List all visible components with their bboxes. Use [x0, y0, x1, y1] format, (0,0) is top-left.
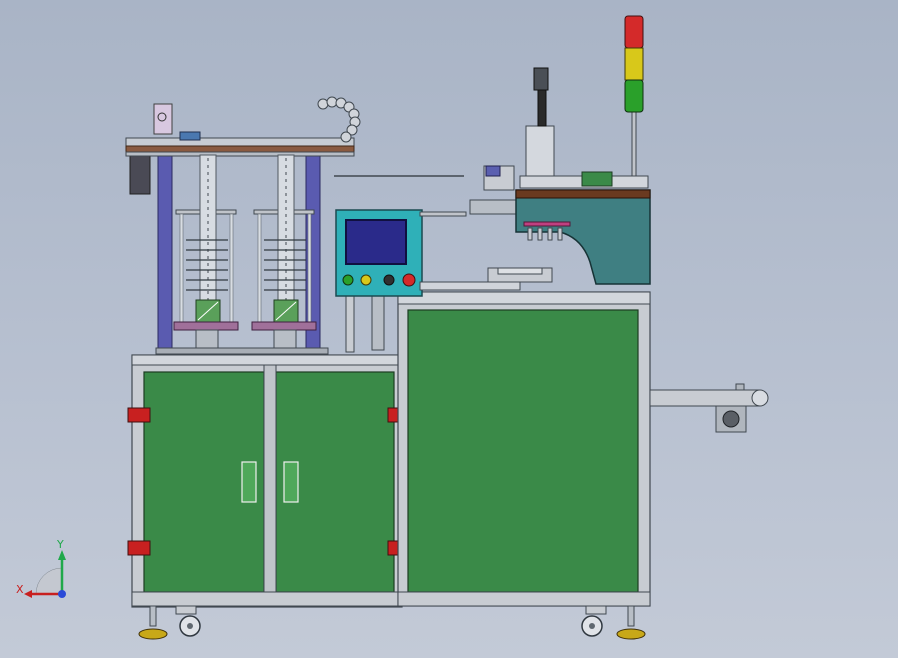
- triad-y-label: Y: [57, 538, 64, 551]
- pause-button: [360, 274, 372, 286]
- outfeed-conveyor: [649, 383, 769, 433]
- xyz-coordinate-triad-icon: [24, 550, 66, 598]
- right-cabinet: [397, 291, 651, 607]
- door-handle-right: [283, 461, 299, 503]
- main-door-panel: [407, 309, 639, 593]
- machine-drawing: [24, 15, 769, 640]
- left-blue-column: [157, 149, 173, 356]
- pneumatic-cylinder: [525, 125, 555, 177]
- emergency-stop-button: [402, 273, 416, 287]
- stack-signal-light-icon: [624, 15, 644, 177]
- feeder-upper-frame: [125, 96, 361, 356]
- magazine-left: [173, 154, 239, 351]
- triad-x-label: X: [16, 583, 24, 596]
- selector-switch: [383, 274, 395, 286]
- door-handle-left: [241, 461, 257, 503]
- casters-and-feet: [138, 605, 646, 640]
- touch-screen: [345, 219, 407, 265]
- belt-rail: [125, 145, 355, 153]
- start-button: [342, 274, 354, 286]
- motor-housing: [153, 103, 173, 135]
- cad-viewport[interactable]: Y X: [0, 0, 898, 658]
- cable-chain: [317, 96, 361, 143]
- left-cabinet: [127, 354, 405, 608]
